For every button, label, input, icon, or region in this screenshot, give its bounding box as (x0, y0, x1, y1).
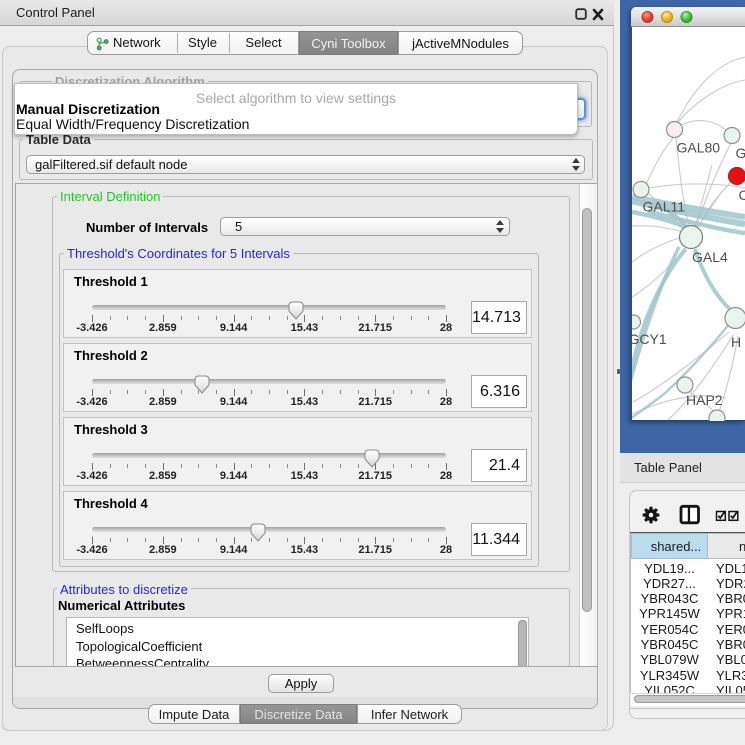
svg-text:GAL4: GAL4 (692, 249, 728, 265)
svg-text:GAL80: GAL80 (677, 140, 721, 156)
svg-text:GAL11: GAL11 (643, 199, 686, 215)
svg-text:C: C (739, 187, 745, 203)
svg-text:HAP2: HAP2 (686, 392, 723, 408)
svg-text:GCY1: GCY1 (632, 331, 667, 347)
svg-text:GA: GA (736, 145, 745, 161)
svg-text:H: H (731, 334, 741, 350)
